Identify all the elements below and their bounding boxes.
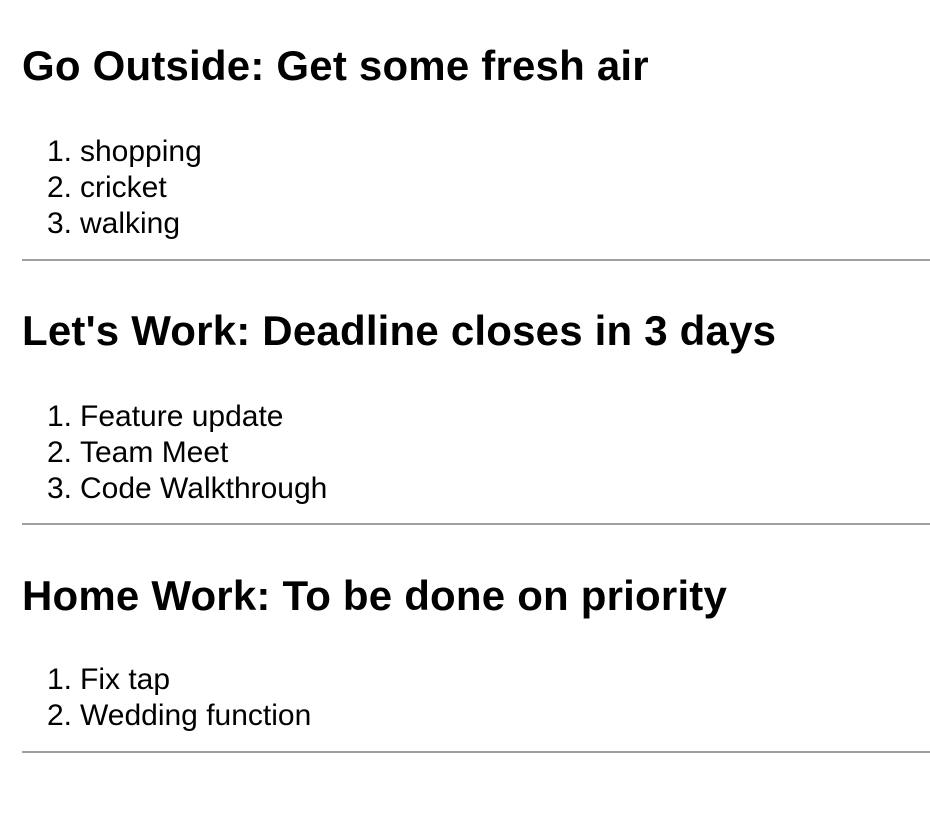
section-divider — [22, 259, 930, 261]
list-item: 3. Code Walkthrough — [0, 471, 327, 507]
section-go-outside: Go Outside: Get some fresh air — [22, 42, 649, 90]
list-item: 1. Feature update — [0, 399, 327, 435]
list-item: 2. Team Meet — [0, 435, 327, 471]
list-number: 1. — [46, 663, 72, 696]
task-list: 1. Fix tap 2. Wedding function — [0, 662, 311, 734]
section-divider — [22, 523, 930, 525]
list-item-label: Fix tap — [80, 663, 171, 696]
list-number: 2. — [46, 171, 72, 204]
task-list: 1. shopping 2. cricket 3. walking — [0, 134, 202, 242]
section-divider — [22, 751, 930, 753]
list-item: 3. walking — [0, 206, 202, 242]
list-item-label: walking — [80, 207, 181, 240]
list-item: 1. Fix tap — [0, 662, 311, 698]
list-item-label: cricket — [80, 171, 167, 204]
section-title: Let's Work: Deadline closes in 3 days — [22, 307, 777, 354]
list-item-label: Wedding function — [80, 699, 312, 732]
section-home-work: Home Work: To be done on priority — [22, 572, 727, 620]
list-number: 2. — [46, 436, 72, 469]
task-list: 1. Feature update 2. Team Meet 3. Code Walk… — [0, 399, 327, 507]
list-item: 1. shopping — [0, 134, 202, 170]
list-number: 3. — [46, 472, 72, 505]
section-title: Go Outside: Get some fresh air — [22, 42, 649, 89]
list-number: 1. — [46, 400, 72, 433]
list-number: 3. — [46, 207, 72, 240]
list-item-label: Feature update — [80, 400, 284, 433]
list-number: 1. — [46, 135, 72, 168]
list-item-label: Team Meet — [80, 436, 229, 469]
list-item-label: shopping — [80, 135, 202, 168]
list-item: 2. Wedding function — [0, 698, 311, 734]
list-number: 2. — [46, 699, 72, 732]
section-lets-work: Let's Work: Deadline closes in 3 days — [22, 307, 776, 355]
section-title: Home Work: To be done on priority — [22, 572, 728, 619]
list-item: 2. cricket — [0, 170, 202, 206]
list-item-label: Code Walkthrough — [80, 472, 328, 505]
